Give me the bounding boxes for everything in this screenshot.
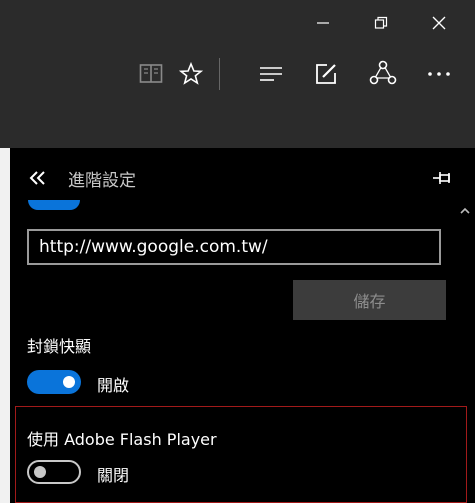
more-icon: [428, 72, 450, 76]
reading-view-button[interactable]: [131, 46, 171, 102]
flash-player-toggle[interactable]: [27, 460, 81, 484]
panel-header: 進階設定: [10, 148, 475, 208]
share-button[interactable]: [363, 46, 403, 102]
block-popups-toggle[interactable]: [27, 370, 81, 394]
favorite-star-icon: [179, 62, 203, 85]
advanced-settings-panel: 進階設定 儲存 封鎖快顯 開啟 使用 Adobe Flash Player 關閉: [10, 148, 475, 503]
toggle-knob: [63, 376, 75, 388]
panel-title: 進階設定: [68, 171, 136, 191]
reading-view-icon: [139, 64, 163, 83]
hub-icon: [260, 67, 282, 81]
toolbar-divider: [219, 58, 220, 90]
close-icon: [432, 16, 446, 30]
block-popups-label: 封鎖快顯: [27, 337, 92, 356]
add-favorite-button[interactable]: [171, 46, 211, 102]
more-button[interactable]: [419, 46, 459, 102]
title-bar: [0, 0, 475, 46]
restore-button[interactable]: [352, 0, 410, 46]
hub-button[interactable]: [251, 46, 291, 102]
double-chevron-left-icon[interactable]: [26, 166, 50, 190]
minimize-button[interactable]: [294, 0, 352, 46]
page-content-edge: [0, 148, 10, 503]
browser-toolbar: [0, 46, 475, 102]
restore-icon: [374, 16, 388, 29]
close-button[interactable]: [410, 0, 468, 46]
web-note-icon: [316, 64, 336, 84]
pin-icon[interactable]: [431, 167, 453, 189]
flash-player-state: 關閉: [97, 466, 130, 485]
share-icon: [369, 60, 397, 85]
toggle-knob: [34, 466, 46, 478]
minimize-icon: [317, 22, 329, 24]
flash-setting-highlight: [15, 406, 467, 503]
save-button[interactable]: 儲存: [293, 280, 446, 320]
toolbar-extension-area: [0, 102, 475, 148]
web-note-button[interactable]: [306, 46, 346, 102]
partial-toggle: [28, 200, 80, 210]
scroll-up-arrow-icon[interactable]: [459, 204, 471, 218]
block-popups-state: 開啟: [97, 376, 130, 395]
homepage-url-input[interactable]: [27, 229, 441, 265]
flash-player-label: 使用 Adobe Flash Player: [27, 430, 217, 449]
